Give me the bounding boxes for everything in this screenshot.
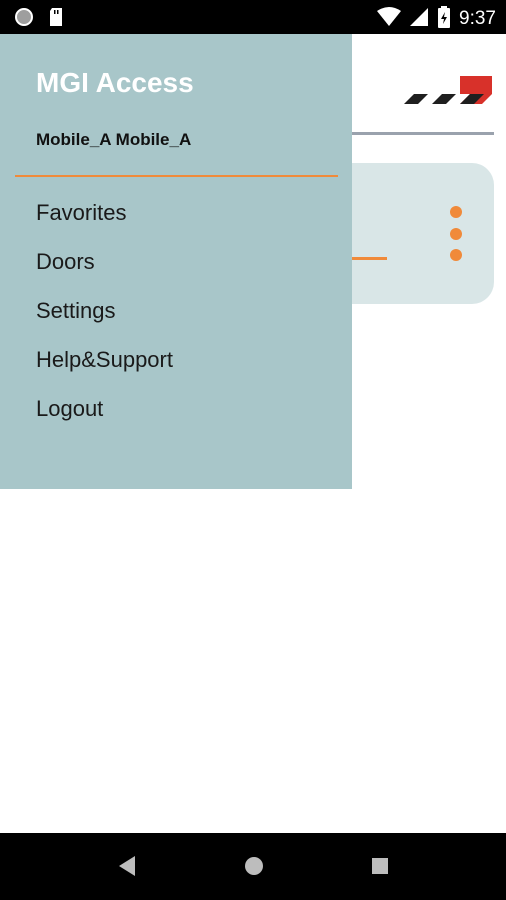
drawer-user-name: Mobile_A Mobile_A: [36, 130, 192, 149]
drawer-divider: [15, 175, 338, 177]
drawer-item-favorites[interactable]: Favorites: [0, 194, 352, 243]
home-icon[interactable]: [243, 855, 265, 881]
wifi-icon: [377, 7, 402, 31]
drawer-title: MGI Access: [36, 67, 194, 98]
back-icon[interactable]: [117, 855, 137, 881]
drawer-menu: Favorites Doors Settings Help&Support Lo…: [0, 194, 352, 439]
more-options-icon[interactable]: [449, 206, 463, 262]
brand-logo: [398, 74, 494, 110]
battery-icon: [437, 6, 451, 32]
recents-icon[interactable]: [370, 855, 390, 881]
app-screen: 9:37 MGI Access Mobile_A Mobile_A Favori…: [0, 0, 506, 900]
circle-status-icon: [14, 7, 34, 31]
status-time: 9:37: [459, 8, 496, 29]
drawer-item-settings[interactable]: Settings: [0, 292, 352, 341]
status-bar: 9:37: [0, 0, 506, 34]
navigation-drawer: MGI Access Mobile_A Mobile_A Favorites D…: [0, 34, 352, 489]
drawer-item-help-support[interactable]: Help&Support: [0, 341, 352, 390]
header-divider: [352, 132, 494, 135]
drawer-item-doors[interactable]: Doors: [0, 243, 352, 292]
system-nav-bar: [0, 833, 506, 900]
drawer-item-logout[interactable]: Logout: [0, 390, 352, 439]
cell-signal-icon: [409, 7, 429, 31]
sd-card-icon: [48, 7, 64, 31]
